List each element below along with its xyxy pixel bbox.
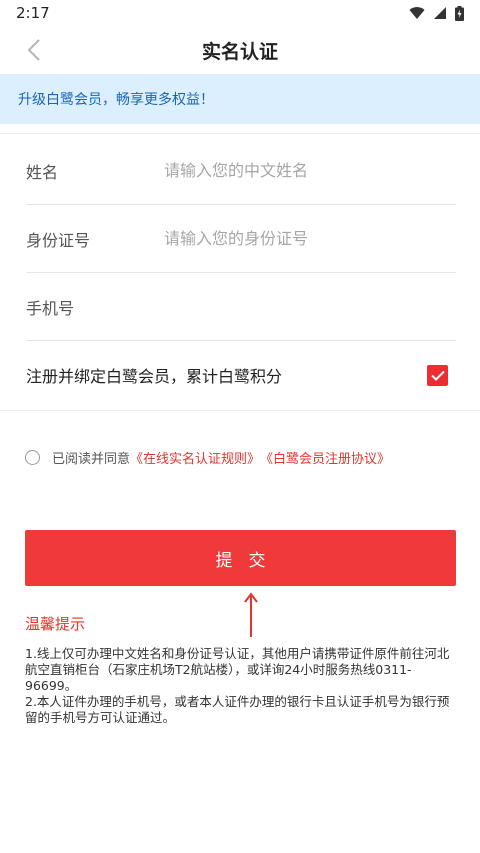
agreement-row: 已阅读并同意 《在线实名认证规则》 《白鹭会员注册协议》 [25, 446, 390, 468]
battery-icon [455, 5, 464, 21]
protocol-link[interactable]: 《白鹭会员注册协议》 [260, 448, 390, 467]
agreement-prefix: 已阅读并同意 [52, 451, 131, 467]
page-title: 实名认证 [201, 40, 278, 63]
name-label: 姓名 [26, 162, 59, 182]
back-button[interactable] [20, 36, 48, 64]
rule-link[interactable]: 《在线实名认证规则》 [130, 448, 260, 467]
bind-member-row: 注册并绑定白鹭会员，累计白鹭积分 [26, 341, 456, 409]
id-number-row: 身份证号 [26, 205, 456, 273]
promo-banner[interactable]: 升级白鹭会员，畅享更多权益！ [0, 74, 480, 124]
promo-text: 升级白鹭会员，畅享更多权益！ [18, 92, 214, 108]
agreement-radio[interactable] [25, 449, 40, 465]
phone-label: 手机号 [26, 298, 75, 318]
tip-item-2: 2.本人证件办理的手机号，或者本人证件办理的银行卡且认证手机号为银行预留的手机号… [25, 694, 450, 725]
tip-item-1: 1.线上仅可办理中文姓名和身份证号认证，其他用户请携带证件原件前往河北航空直销柜… [25, 646, 450, 693]
name-row: 姓名 [26, 137, 456, 205]
checkmark-icon [430, 370, 445, 381]
submit-button[interactable]: 提交 [25, 530, 456, 586]
verification-form: 姓名 身份证号 手机号 注册并绑定白鹭会员，累计白鹭积分 [0, 133, 480, 411]
signal-icon [434, 7, 446, 19]
bind-member-checkbox[interactable] [427, 364, 448, 386]
id-number-label: 身份证号 [26, 230, 91, 250]
tips-body: 1.线上仅可办理中文姓名和身份证号认证，其他用户请携带证件原件前往河北航空直销柜… [25, 646, 455, 726]
status-bar: 2:17 [0, 0, 480, 26]
phone-input[interactable] [164, 297, 456, 316]
back-chevron-icon [27, 39, 40, 61]
name-input[interactable] [164, 161, 456, 180]
tips-title: 温馨提示 [25, 615, 86, 633]
up-arrow-icon [244, 592, 258, 637]
nav-bar: 实名认证 [0, 26, 480, 74]
phone-row: 手机号 [26, 273, 456, 341]
id-number-input[interactable] [164, 229, 456, 248]
wifi-icon [409, 7, 425, 20]
bind-member-label: 注册并绑定白鹭会员，累计白鹭积分 [26, 367, 283, 386]
status-icons [409, 5, 464, 21]
status-time: 2:17 [16, 4, 50, 22]
